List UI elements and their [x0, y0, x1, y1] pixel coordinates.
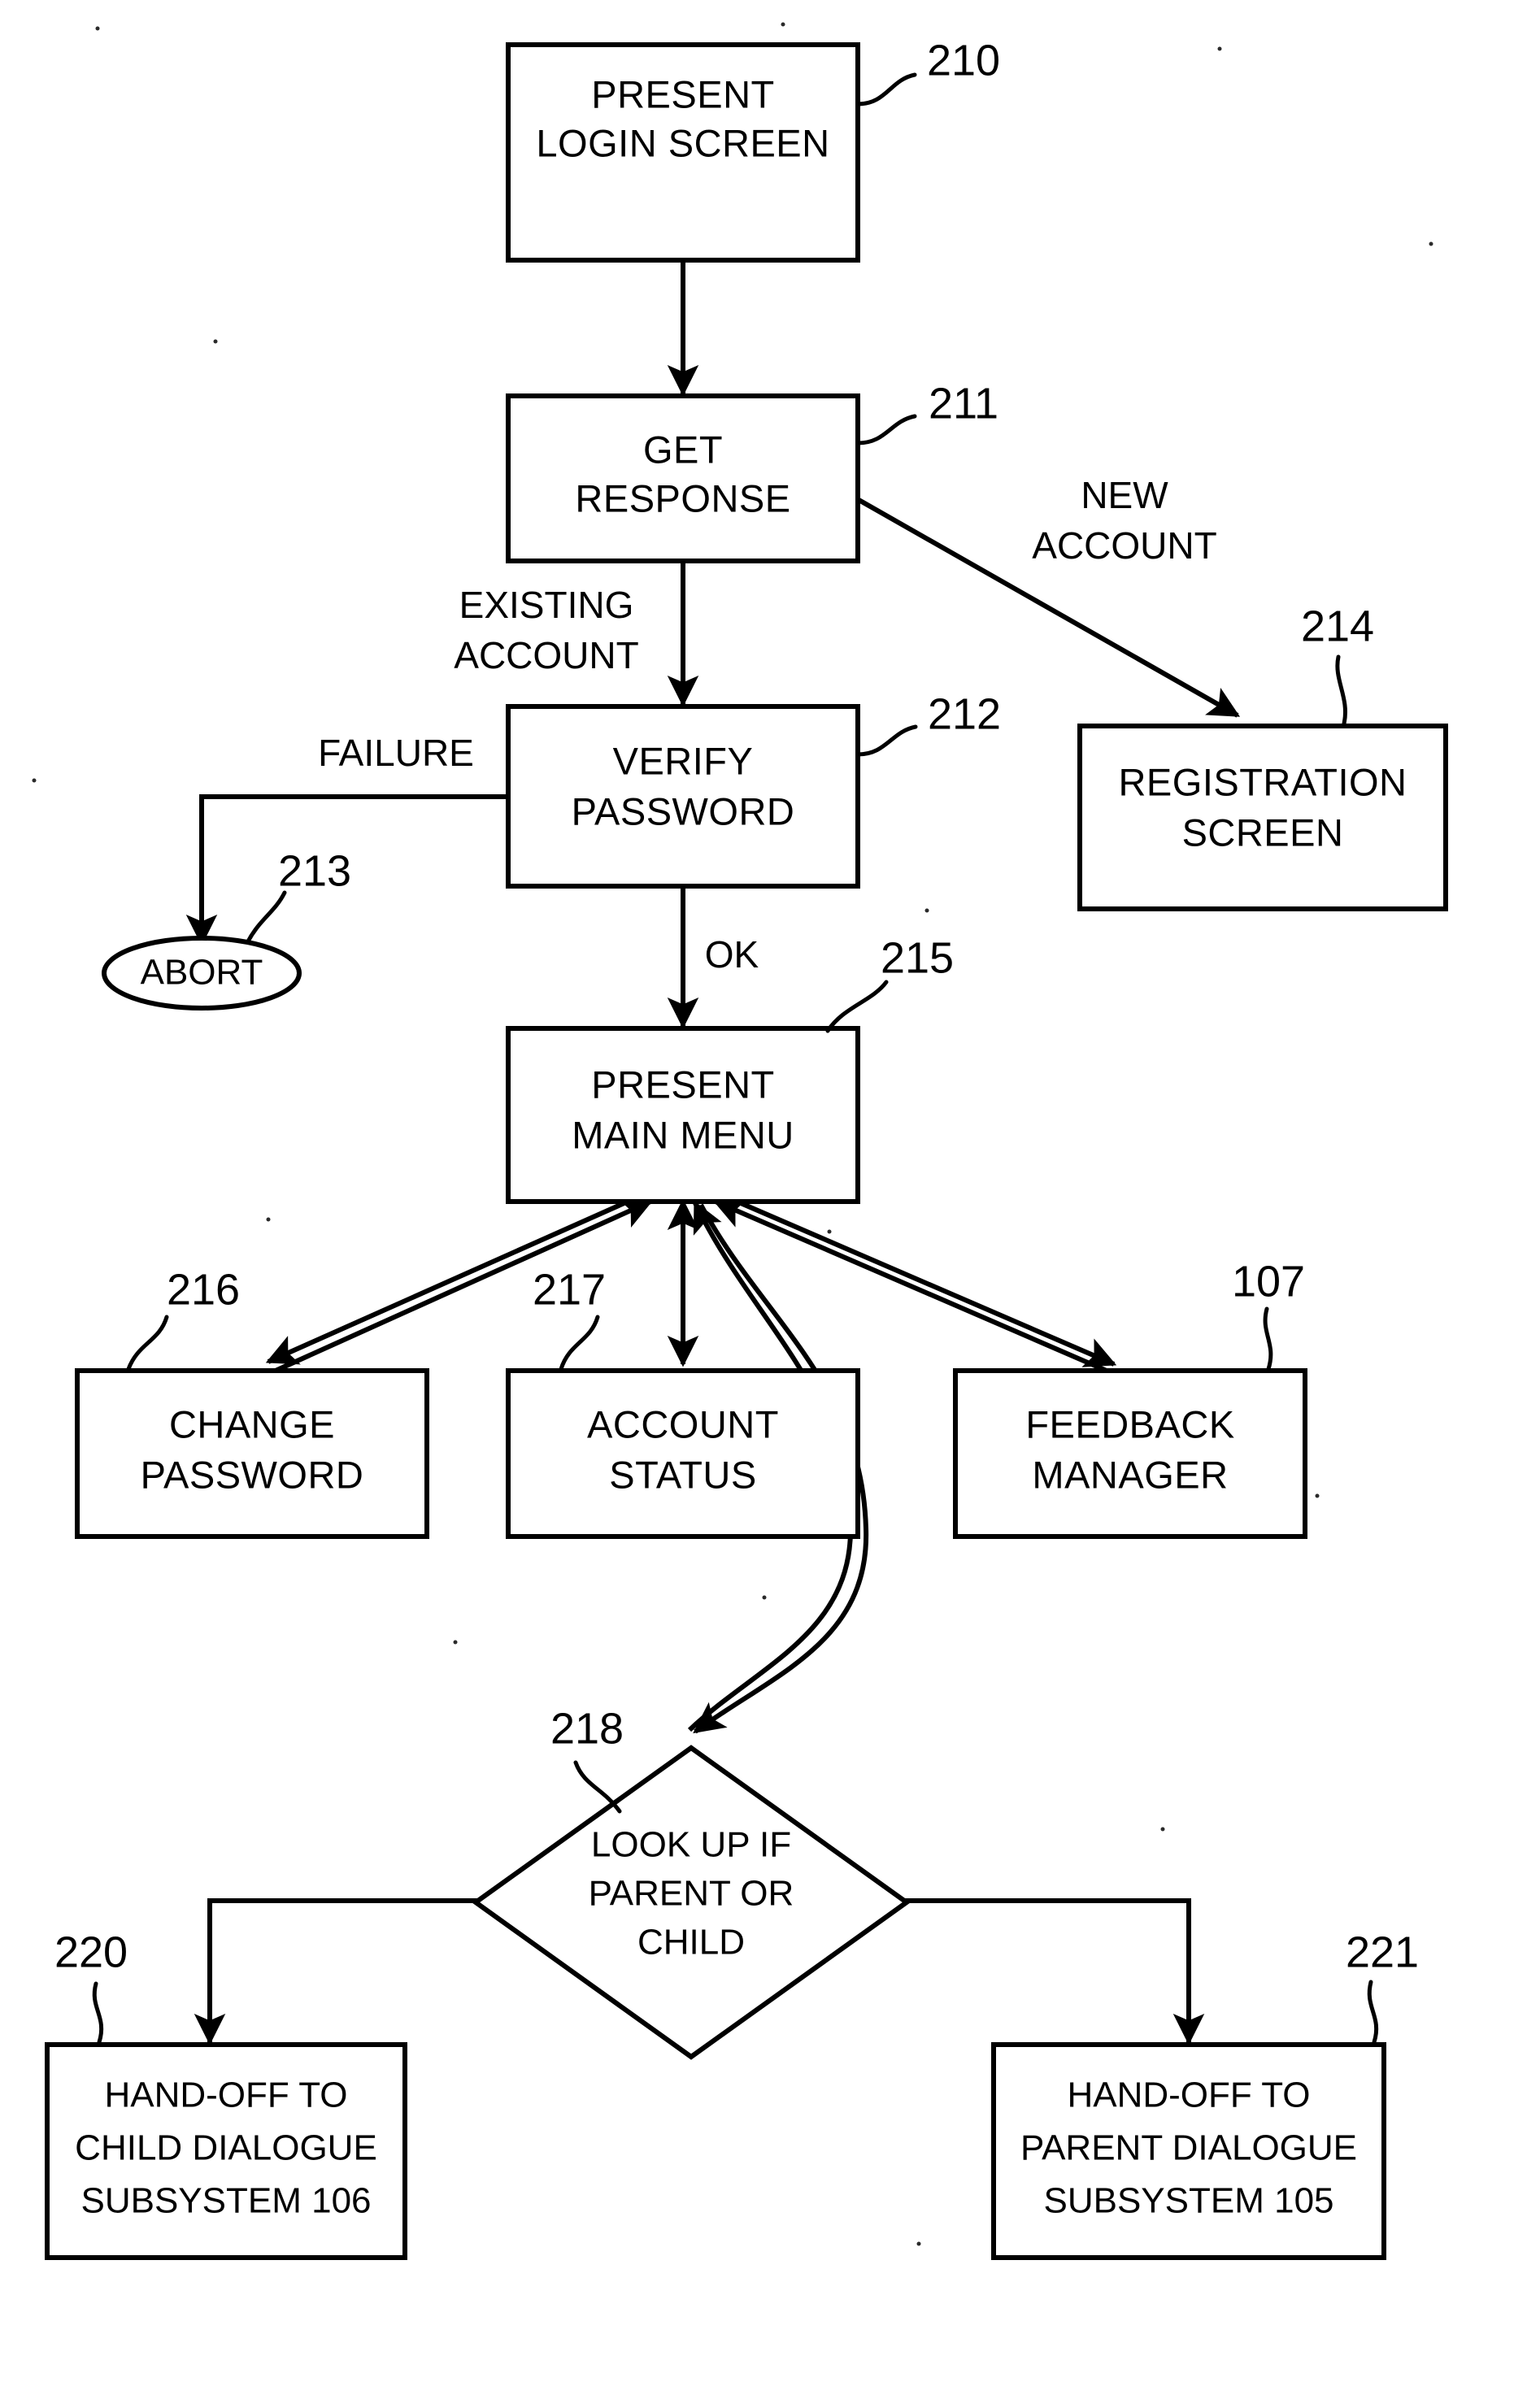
node-feedback-manager-line1: FEEDBACK: [1025, 1402, 1234, 1445]
node-change-password-line1: CHANGE: [169, 1402, 335, 1445]
ref-callout-220: 220: [54, 1928, 128, 2045]
node-handoff-parent-line2: PARENT DIALOGUE: [1020, 2128, 1357, 2168]
node-get-response-line1: GET: [643, 428, 723, 471]
node-handoff-child-line3: SUBSYSTEM 106: [80, 2181, 371, 2221]
node-present-login-screen-line2: LOGIN SCREEN: [536, 121, 829, 164]
node-registration-screen-line2: SCREEN: [1182, 811, 1344, 854]
edge-label-failure: FAILURE: [318, 732, 474, 774]
edge-label-existing-account: EXISTING ACCOUNT: [454, 584, 638, 676]
ref-callout-210: 210: [855, 36, 1000, 106]
node-handoff-parent-line1: HAND-OFF TO: [1067, 2075, 1310, 2115]
node-handoff-child-line1: HAND-OFF TO: [104, 2075, 347, 2115]
ref-number-107: 107: [1232, 1257, 1305, 1306]
node-verify-password: VERIFY PASSWORD: [506, 704, 860, 889]
node-present-main-menu-line1: PRESENT: [591, 1063, 775, 1106]
ref-callout-221: 221: [1346, 1928, 1419, 2045]
ref-number-216: 216: [167, 1265, 240, 1314]
ref-callout-212: 212: [855, 689, 1001, 757]
ref-callout-216: 216: [126, 1265, 240, 1371]
node-abort: ABORT: [102, 936, 302, 1011]
ref-number-221: 221: [1346, 1928, 1419, 1976]
edge-verify-failure-to-abort: [185, 794, 511, 946]
ref-callout-218: 218: [550, 1704, 624, 1814]
edge-label-existing-account-line2: ACCOUNT: [454, 634, 638, 676]
node-feedback-manager: FEEDBACK MANAGER: [953, 1368, 1307, 1539]
ref-callout-214: 214: [1301, 602, 1374, 726]
ref-number-214: 214: [1301, 602, 1374, 650]
ref-callout-215: 215: [825, 933, 954, 1033]
ref-callout-107: 107: [1232, 1257, 1305, 1371]
edge-label-new-account-line2: ACCOUNT: [1032, 524, 1216, 567]
node-account-status-line1: ACCOUNT: [587, 1402, 779, 1445]
edge-label-ok: OK: [705, 933, 759, 976]
ref-number-212: 212: [928, 689, 1001, 738]
ref-number-215: 215: [881, 933, 954, 982]
edge-label-new-account-line1: NEW: [1081, 474, 1168, 516]
ref-callout-213: 213: [246, 846, 351, 944]
node-feedback-manager-line2: MANAGER: [1032, 1453, 1228, 1496]
node-lookup-line3: CHILD: [637, 1923, 745, 1962]
node-lookup-parent-or-child: LOOK UP IF PARENT OR CHILD: [471, 1745, 911, 2060]
node-present-login-screen: PRESENT LOGIN SCREEN: [506, 42, 860, 263]
edge-lookup-to-handoff-child: [194, 1898, 478, 2045]
ref-number-220: 220: [54, 1928, 128, 1976]
node-account-status: ACCOUNT STATUS: [506, 1368, 860, 1539]
node-lookup-line1: LOOK UP IF: [591, 1825, 791, 1865]
ref-number-211: 211: [929, 379, 998, 428]
node-verify-password-line1: VERIFY: [613, 739, 754, 782]
node-present-main-menu-line2: MAIN MENU: [572, 1113, 794, 1156]
node-get-response: GET RESPONSE: [506, 393, 860, 563]
patent-flowchart-figure: PRESENT LOGIN SCREEN 210 GET RESPONSE 21…: [0, 0, 1527, 2408]
node-abort-label: ABORT: [141, 953, 263, 993]
ref-number-213: 213: [278, 846, 351, 895]
edge-lookup-to-handoff-parent: [903, 1898, 1205, 2045]
ref-callout-217: 217: [533, 1265, 606, 1371]
node-get-response-line2: RESPONSE: [575, 476, 790, 519]
node-registration-screen-line1: REGISTRATION: [1118, 760, 1407, 803]
flowchart-canvas: PRESENT LOGIN SCREEN 210 GET RESPONSE 21…: [32, 22, 1448, 2260]
node-registration-screen: REGISTRATION SCREEN: [1077, 724, 1448, 911]
node-handoff-parent: HAND-OFF TO PARENT DIALOGUE SUBSYSTEM 10…: [991, 2042, 1386, 2260]
edge-feedbackmanager-to-mainmenu: [712, 1198, 1116, 1376]
edge-label-existing-account-line1: EXISTING: [459, 584, 634, 626]
node-account-status-line2: STATUS: [609, 1453, 756, 1496]
ref-number-218: 218: [550, 1704, 624, 1753]
node-handoff-child: HAND-OFF TO CHILD DIALOGUE SUBSYSTEM 106: [45, 2042, 407, 2260]
node-handoff-parent-line3: SUBSYSTEM 105: [1043, 2181, 1333, 2221]
node-present-login-screen-line1: PRESENT: [591, 72, 775, 115]
node-change-password: CHANGE PASSWORD: [75, 1368, 429, 1539]
node-present-main-menu: PRESENT MAIN MENU: [506, 1026, 860, 1204]
ref-callout-211: 211: [855, 379, 998, 446]
node-lookup-line2: PARENT OR: [589, 1874, 794, 1914]
node-change-password-line2: PASSWORD: [141, 1453, 364, 1496]
ref-number-210: 210: [927, 36, 1000, 85]
ref-number-217: 217: [533, 1265, 606, 1314]
edge-label-new-account: NEW ACCOUNT: [1032, 474, 1216, 567]
node-verify-password-line2: PASSWORD: [572, 789, 795, 832]
node-handoff-child-line2: CHILD DIALOGUE: [75, 2128, 377, 2168]
